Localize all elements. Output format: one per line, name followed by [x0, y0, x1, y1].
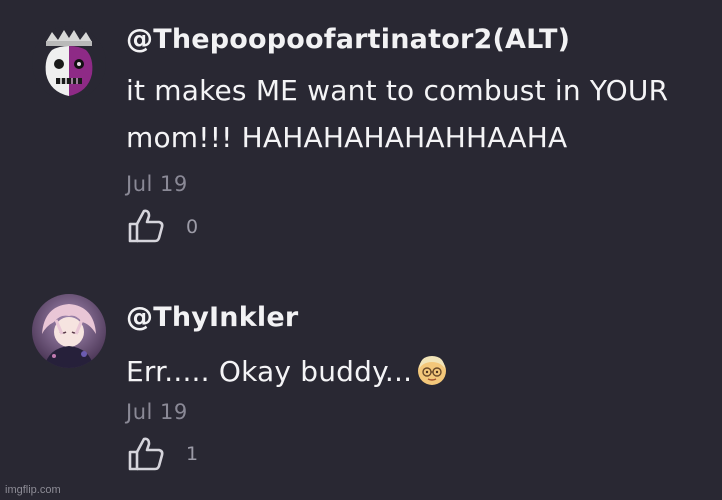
like-count: 1: [186, 443, 199, 465]
split-face-crown-avatar-icon: [32, 26, 106, 100]
anime-character-avatar-icon: [32, 294, 106, 368]
like-button[interactable]: [127, 208, 165, 244]
older-adult-emoji-icon: [418, 356, 447, 385]
thumbs-up-icon: [128, 437, 164, 471]
comment-item: @ThyInkler Err..... Okay buddy... Jul 19…: [0, 260, 722, 500]
comment-username[interactable]: @ThyInkler: [126, 302, 298, 333]
comment-username[interactable]: @Thepoopoofartinator2(ALT): [126, 24, 570, 55]
comment-date: Jul 19: [126, 400, 188, 424]
comment-text: Err..... Okay buddy...: [126, 355, 413, 388]
comment-text-line: mom!!! HAHAHAHAHAHHAAHA: [126, 121, 568, 154]
watermark: imgflip.com: [5, 484, 61, 496]
comment-text-line: Err..... Okay buddy...: [126, 352, 450, 388]
comment-item: @Thepoopoofartinator2(ALT) it makes ME w…: [0, 0, 722, 260]
comment-date: Jul 19: [126, 172, 188, 196]
thumbs-up-icon: [128, 209, 164, 243]
comment-text-line: it makes ME want to combust in YOUR: [126, 74, 669, 107]
avatar[interactable]: [32, 26, 106, 100]
like-button[interactable]: [127, 436, 165, 472]
like-count: 0: [186, 216, 199, 238]
avatar[interactable]: [32, 294, 106, 368]
